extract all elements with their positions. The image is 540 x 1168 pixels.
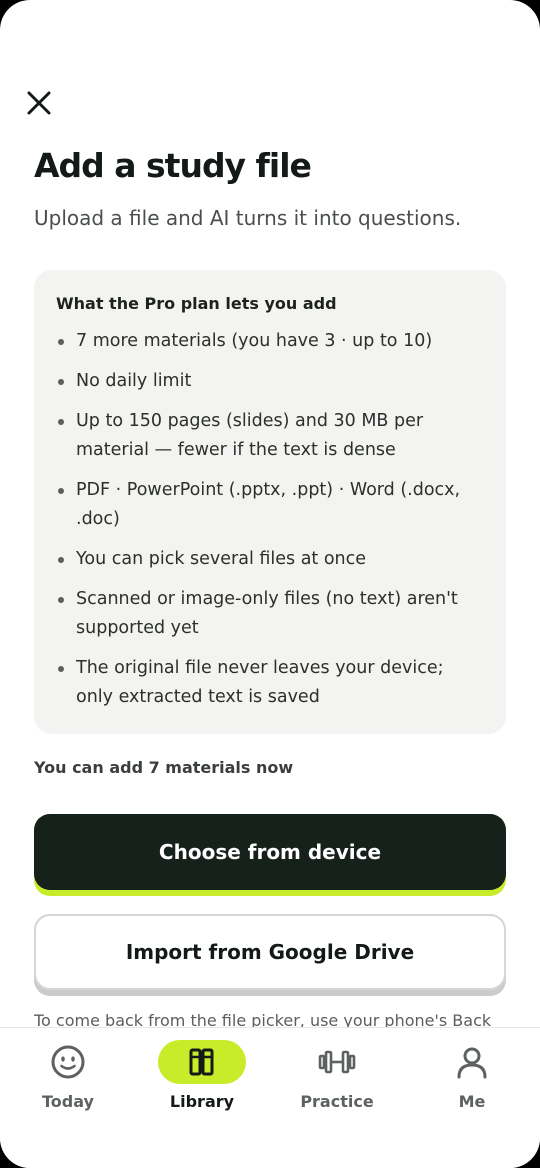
smiley-face-icon <box>51 1045 85 1079</box>
tab-me[interactable]: Me <box>412 1040 532 1124</box>
list-item: 7 more materials (you have 3 · up to 10) <box>56 327 484 356</box>
books-icon <box>189 1048 214 1076</box>
list-item: No daily limit <box>56 367 484 396</box>
pro-plan-heading: What the Pro plan lets you add <box>56 294 337 313</box>
file-picker-hint: To come back from the file picker, use y… <box>34 1011 492 1028</box>
person-icon <box>457 1047 487 1079</box>
list-item: Up to 150 pages (slides) and 30 MB per m… <box>56 407 484 465</box>
tab-today[interactable]: Today <box>8 1040 128 1124</box>
list-item: Scanned or image-only files (no text) ar… <box>56 585 484 643</box>
close-icon <box>27 91 51 115</box>
tab-me-label: Me <box>458 1092 486 1111</box>
import-google-drive-button[interactable]: Import from Google Drive <box>34 914 506 996</box>
list-item: The original file never leaves your devi… <box>56 654 484 712</box>
pro-plan-card: What the Pro plan lets you add 7 more ma… <box>34 270 506 734</box>
tab-practice[interactable]: Practice <box>277 1040 397 1124</box>
dumbbell-icon <box>318 1050 356 1074</box>
choose-from-device-button[interactable]: Choose from device <box>34 814 506 896</box>
choose-from-device-label: Choose from device <box>34 814 506 890</box>
tab-practice-label: Practice <box>300 1092 374 1111</box>
list-item: PDF · PowerPoint (.pptx, .ppt) · Word (.… <box>56 476 484 534</box>
tab-today-label: Today <box>42 1092 94 1111</box>
page-title: Add a study file <box>34 146 312 185</box>
close-button[interactable] <box>22 86 56 120</box>
bottom-tab-bar: Today Library Practice Me <box>0 1027 540 1168</box>
tab-library-label: Library <box>169 1092 235 1111</box>
import-google-drive-label: Import from Google Drive <box>34 914 506 990</box>
page-subtitle: Upload a file and AI turns it into quest… <box>34 206 462 230</box>
tab-library[interactable]: Library <box>142 1040 262 1124</box>
add-study-file-screen: Add a study file Upload a file and AI tu… <box>0 0 540 1168</box>
list-item: You can pick several files at once <box>56 545 484 574</box>
pro-plan-list: 7 more materials (you have 3 · up to 10)… <box>56 327 484 712</box>
materials-remaining-text: You can add 7 materials now <box>34 758 294 777</box>
